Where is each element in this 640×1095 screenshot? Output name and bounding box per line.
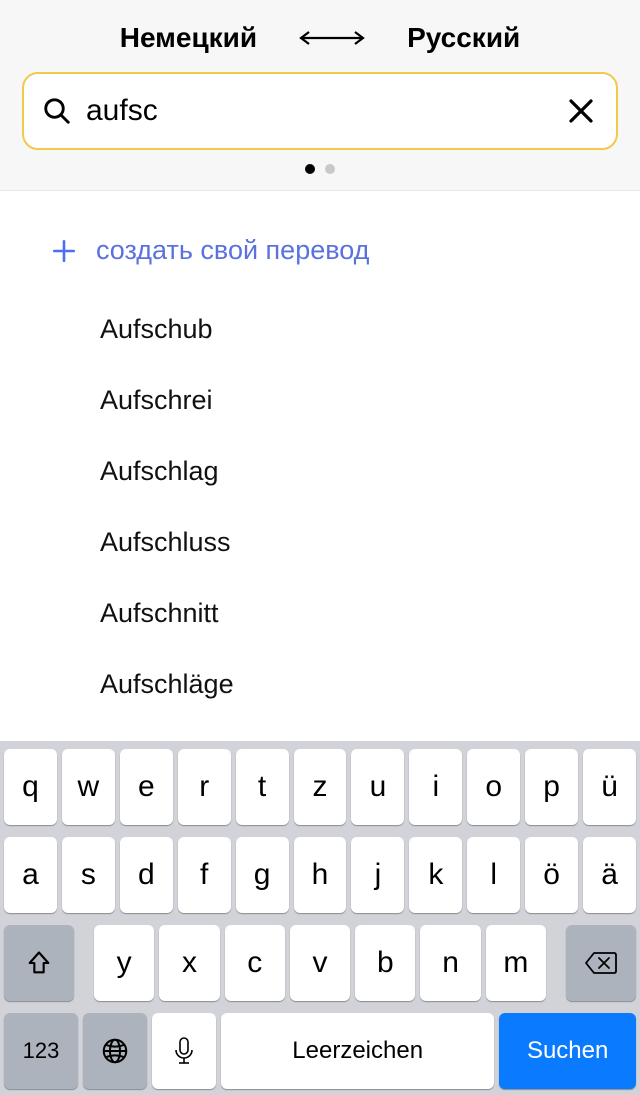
key-y[interactable]: y [94, 925, 154, 1001]
key-x[interactable]: x [159, 925, 219, 1001]
key-c[interactable]: c [225, 925, 285, 1001]
suggestion-item[interactable]: Aufschrei [50, 365, 640, 436]
key-shift[interactable] [4, 925, 74, 1001]
page-dot-active [305, 164, 315, 174]
key-search[interactable]: Suchen [499, 1013, 636, 1089]
key-backspace[interactable] [566, 925, 636, 1001]
key-o-umlaut[interactable]: ö [525, 837, 578, 913]
suggestion-item[interactable]: Aufschluss [50, 507, 640, 578]
clear-search-button[interactable] [564, 94, 598, 128]
microphone-icon [173, 1036, 195, 1066]
key-z[interactable]: z [294, 749, 347, 825]
backspace-icon [584, 950, 618, 976]
key-o[interactable]: o [467, 749, 520, 825]
key-s[interactable]: s [62, 837, 115, 913]
close-icon [566, 96, 596, 126]
swap-languages-icon[interactable] [297, 29, 367, 47]
key-globe[interactable] [83, 1013, 147, 1089]
plus-icon [50, 237, 78, 265]
suggestion-item[interactable]: Aufschlag [50, 436, 640, 507]
key-f[interactable]: f [178, 837, 231, 913]
page-dot-inactive [325, 164, 335, 174]
page-indicator [0, 150, 640, 180]
create-translation-label: создать свой перевод [96, 235, 369, 266]
key-u-umlaut[interactable]: ü [583, 749, 636, 825]
suggestion-item[interactable]: Aufschläge [50, 649, 640, 720]
key-j[interactable]: j [351, 837, 404, 913]
key-h[interactable]: h [294, 837, 347, 913]
keyboard-row-1: q w e r t z u i o p ü [4, 749, 636, 825]
keyboard-row-2: a s d f g h j k l ö ä [4, 837, 636, 913]
key-t[interactable]: t [236, 749, 289, 825]
source-language-label[interactable]: Немецкий [120, 22, 257, 54]
key-dictation[interactable] [152, 1013, 216, 1089]
key-v[interactable]: v [290, 925, 350, 1001]
key-numeric[interactable]: 123 [4, 1013, 78, 1089]
key-e[interactable]: e [120, 749, 173, 825]
key-g[interactable]: g [236, 837, 289, 913]
suggestion-item[interactable]: Aufschnitt [50, 578, 640, 649]
key-a-umlaut[interactable]: ä [583, 837, 636, 913]
suggestion-item[interactable]: Aufschub [50, 294, 640, 365]
key-p[interactable]: p [525, 749, 578, 825]
key-b[interactable]: b [355, 925, 415, 1001]
target-language-label[interactable]: Русский [407, 22, 520, 54]
key-n[interactable]: n [420, 925, 480, 1001]
globe-icon [100, 1036, 130, 1066]
key-w[interactable]: w [62, 749, 115, 825]
key-a[interactable]: a [4, 837, 57, 913]
key-d[interactable]: d [120, 837, 173, 913]
keyboard-row-4: 123 Leerzeichen Suchen [4, 1013, 636, 1089]
key-m[interactable]: m [486, 925, 546, 1001]
key-r[interactable]: r [178, 749, 231, 825]
key-u[interactable]: u [351, 749, 404, 825]
top-bar: Немецкий Русский [0, 0, 640, 191]
keyboard-row-3: y x c v b n m [4, 925, 636, 1001]
suggestions-list: создать свой перевод Aufschub Aufschrei … [0, 191, 640, 720]
key-k[interactable]: k [409, 837, 462, 913]
create-translation-row[interactable]: создать свой перевод [50, 221, 640, 294]
key-q[interactable]: q [4, 749, 57, 825]
key-space[interactable]: Leerzeichen [221, 1013, 494, 1089]
language-row: Немецкий Русский [0, 10, 640, 72]
key-i[interactable]: i [409, 749, 462, 825]
search-input[interactable] [86, 94, 564, 128]
search-icon [42, 96, 72, 126]
shift-icon [25, 949, 53, 977]
key-l[interactable]: l [467, 837, 520, 913]
search-box[interactable] [22, 72, 618, 150]
keyboard: q w e r t z u i o p ü a s d f g h j k l … [0, 741, 640, 1095]
